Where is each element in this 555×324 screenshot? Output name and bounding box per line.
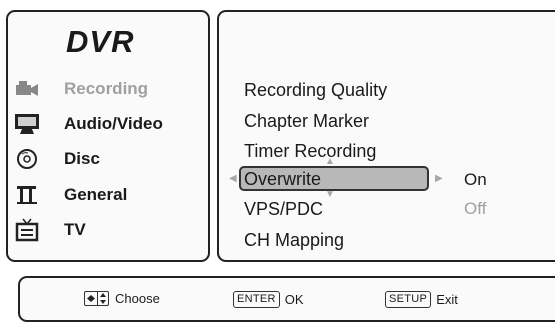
menu-item-overwrite[interactable]: Overwrite <box>244 168 321 190</box>
right-arrow-icon[interactable]: ▶ <box>435 174 443 184</box>
menu-item-ch-mapping[interactable]: CH Mapping <box>244 229 344 251</box>
choose-label: Choose <box>115 291 160 306</box>
menu-item-chapter-marker[interactable]: Chapter Marker <box>244 110 369 132</box>
category-label: Disc <box>64 149 100 168</box>
category-label: General <box>64 185 128 204</box>
enter-key: ENTER <box>233 291 280 308</box>
camcorder-icon <box>14 78 40 100</box>
setup-hint: SETUP Exit <box>385 291 458 308</box>
category-general[interactable]: General <box>14 182 127 208</box>
category-audio-video[interactable]: Audio/Video <box>14 111 163 137</box>
setup-label: Exit <box>436 292 458 307</box>
category-label: Audio/Video <box>64 114 163 133</box>
enter-label: OK <box>284 292 304 307</box>
menu-item-vps-pdc[interactable]: VPS/PDC <box>244 198 323 220</box>
choose-hint: Choose <box>84 291 160 306</box>
option-on[interactable]: On <box>464 170 487 190</box>
option-off[interactable]: Off <box>464 199 486 219</box>
settings-panel <box>217 10 555 262</box>
menu-item-recording-quality[interactable]: Recording Quality <box>244 79 387 101</box>
category-recording[interactable]: Recording <box>14 76 148 102</box>
menu-item-timer-recording[interactable]: Timer Recording <box>244 140 376 162</box>
tv-icon <box>14 218 40 242</box>
monitor-icon <box>14 113 40 135</box>
setup-key: SETUP <box>385 291 432 308</box>
tools-icon <box>14 184 40 206</box>
disc-icon <box>14 148 40 170</box>
category-disc[interactable]: Disc <box>14 146 100 172</box>
category-label: TV <box>64 220 86 239</box>
left-right-key-icon <box>84 291 109 306</box>
enter-hint: ENTER OK <box>233 291 304 308</box>
category-label: Recording <box>64 79 149 98</box>
left-arrow-icon[interactable]: ◀ <box>229 174 237 184</box>
menu-title: DVR <box>66 24 135 59</box>
category-tv[interactable]: TV <box>14 217 86 243</box>
down-arrow-icon[interactable]: ▼ <box>325 190 335 200</box>
